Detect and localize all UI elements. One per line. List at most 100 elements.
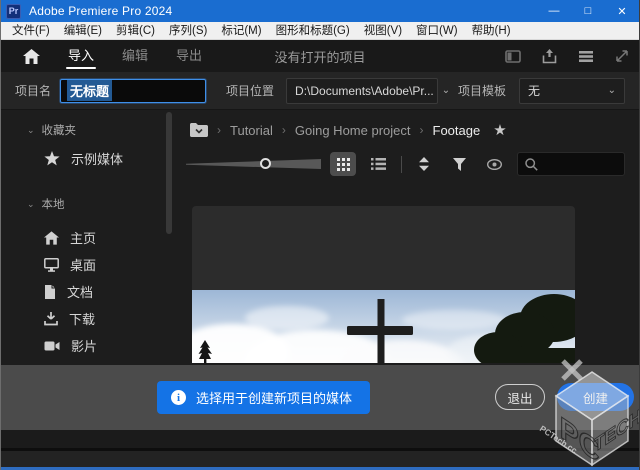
mode-tab-bar: 导入 编辑 导出 没有打开的项目	[1, 40, 639, 72]
document-icon	[45, 284, 55, 299]
sidebar-section-local[interactable]: ⌄ 本地	[1, 196, 182, 212]
sidebar-item-label: 下载	[69, 312, 96, 327]
project-location-value: D:\Documents\Adobe\Pr...	[295, 83, 434, 98]
footage-preview-image	[192, 290, 575, 363]
list-view-icon	[370, 158, 386, 170]
breadcrumb-separator-icon: ›	[217, 123, 221, 137]
project-location-dropdown[interactable]: D:\Documents\Adobe\Pr... ⌄	[286, 77, 450, 104]
chevron-down-icon: ⌄	[441, 85, 451, 96]
notice-text: 选择用于创建新项目的媒体	[196, 391, 353, 406]
chevron-down-icon: ⌄	[27, 124, 35, 135]
breadcrumb: › Tutorial › Going Home project › Footag…	[182, 110, 639, 150]
menu-sequence[interactable]: 序列(S)	[162, 22, 214, 40]
breadcrumb-item-tutorial[interactable]: Tutorial	[230, 123, 273, 138]
sidebar-item-movies[interactable]: 影片	[1, 332, 182, 359]
quick-export-icon[interactable]	[542, 48, 557, 64]
footer-bar: i 选择用于创建新项目的媒体 退出 创建	[1, 365, 639, 430]
folder-icon[interactable]	[190, 123, 208, 137]
create-button[interactable]: 创建	[557, 383, 634, 411]
film-camera-icon	[44, 341, 60, 350]
media-browser-panel: › Tutorial › Going Home project › Footag…	[182, 110, 639, 365]
minimize-icon[interactable]: —	[537, 0, 571, 22]
menu-view[interactable]: 视图(V)	[357, 22, 409, 40]
grid-view-icon	[336, 157, 350, 171]
sort-button[interactable]	[411, 152, 437, 176]
exit-button[interactable]: 退出	[495, 384, 545, 410]
sidebar-item-sample-media[interactable]: 示例媒体	[1, 145, 182, 172]
tab-export[interactable]: 导出	[176, 41, 202, 71]
tab-edit[interactable]: 编辑	[122, 41, 148, 71]
media-thumbnail[interactable]	[192, 206, 575, 363]
browser-toolbar	[182, 150, 639, 178]
menu-bar: 文件(F) 编辑(E) 剪辑(C) 序列(S) 标记(M) 图形和标题(G) 视…	[1, 22, 639, 40]
breadcrumb-item-going-home-project[interactable]: Going Home project	[295, 123, 411, 138]
sidebar-item-downloads[interactable]: 下载	[1, 305, 182, 332]
download-icon	[44, 311, 58, 325]
bottom-panel	[1, 430, 639, 470]
grid-view-button[interactable]	[330, 152, 356, 176]
workspace-icon[interactable]	[505, 49, 521, 63]
sidebar-item-home[interactable]: 主页	[1, 224, 182, 251]
menu-help[interactable]: 帮助(H)	[465, 22, 518, 40]
places-sidebar: ⌄ 收藏夹 示例媒体 ⌄ 本地 主页 桌面 文档 下载 影片	[1, 110, 182, 365]
preview-toggle-button[interactable]	[481, 152, 507, 176]
project-template-dropdown[interactable]: 无 ⌄	[519, 77, 625, 104]
slider-track	[186, 159, 321, 169]
sidebar-item-label: 主页	[70, 231, 97, 246]
favorite-star-icon[interactable]: ★	[493, 121, 506, 139]
maximize-icon[interactable]: □	[571, 0, 605, 22]
chevron-down-icon: ⌄	[607, 85, 616, 96]
breadcrumb-separator-icon: ›	[419, 123, 424, 137]
sidebar-item-label: 文档	[67, 285, 94, 300]
sidebar-scrollbar[interactable]	[166, 112, 172, 234]
menu-graphics-titles[interactable]: 图形和标题(G)	[269, 22, 357, 40]
section-label: 收藏夹	[41, 125, 77, 137]
home-icon	[23, 48, 40, 64]
info-icon: i	[171, 390, 186, 405]
sidebar-item-label: 影片	[71, 339, 98, 354]
desktop-icon	[44, 257, 59, 272]
title-bar: Pr Adobe Premiere Pro 2024 — □ ✕	[1, 0, 639, 22]
sort-icon	[419, 157, 429, 171]
close-icon[interactable]: ✕	[605, 0, 639, 22]
thumbnail-zoom-slider[interactable]	[186, 156, 321, 172]
menu-markers[interactable]: 标记(M)	[214, 22, 268, 40]
menu-file[interactable]: 文件(F)	[5, 22, 57, 40]
stacked-panels-icon[interactable]	[578, 50, 594, 63]
project-settings-bar: 项目名 无标题 项目位置 D:\Documents\Adobe\Pr... ⌄ …	[1, 72, 639, 110]
window-title: Adobe Premiere Pro 2024	[29, 4, 173, 18]
menu-edit[interactable]: 编辑(E)	[57, 22, 109, 40]
menu-clip[interactable]: 剪辑(C)	[109, 22, 162, 40]
search-input[interactable]	[544, 157, 624, 171]
project-template-value: 无	[528, 84, 541, 98]
section-label: 本地	[41, 199, 65, 211]
project-name-value: 无标题	[67, 80, 113, 101]
filter-icon	[452, 157, 466, 171]
premiere-app-icon: Pr	[6, 3, 21, 19]
fullscreen-icon[interactable]	[615, 49, 629, 63]
create-project-notice: i 选择用于创建新项目的媒体	[157, 381, 371, 414]
sidebar-section-favorites[interactable]: ⌄ 收藏夹	[1, 122, 182, 138]
sidebar-item-label: 示例媒体	[71, 152, 124, 167]
sidebar-item-label: 桌面	[70, 258, 97, 273]
list-view-button[interactable]	[365, 152, 391, 176]
sidebar-item-desktop[interactable]: 桌面	[1, 251, 182, 278]
project-location-label: 项目位置	[226, 84, 275, 98]
tab-import[interactable]: 导入	[65, 41, 97, 71]
breadcrumb-item-footage[interactable]: Footage	[433, 123, 481, 138]
sidebar-item-documents[interactable]: 文档	[1, 278, 182, 305]
eye-icon	[486, 158, 502, 170]
home-icon	[44, 230, 59, 245]
slider-handle[interactable]	[260, 158, 271, 169]
breadcrumb-separator-icon: ›	[281, 123, 286, 137]
toolbar-divider	[401, 155, 402, 173]
project-status-text: 没有打开的项目	[274, 49, 366, 65]
menu-window[interactable]: 窗口(W)	[409, 22, 465, 40]
search-icon	[525, 157, 538, 171]
chevron-down-icon: ⌄	[27, 198, 35, 209]
search-box[interactable]	[517, 152, 625, 176]
filter-button[interactable]	[446, 152, 472, 176]
project-name-input[interactable]: 无标题	[60, 78, 207, 103]
home-button[interactable]	[23, 48, 40, 64]
project-name-label: 项目名	[15, 84, 52, 98]
